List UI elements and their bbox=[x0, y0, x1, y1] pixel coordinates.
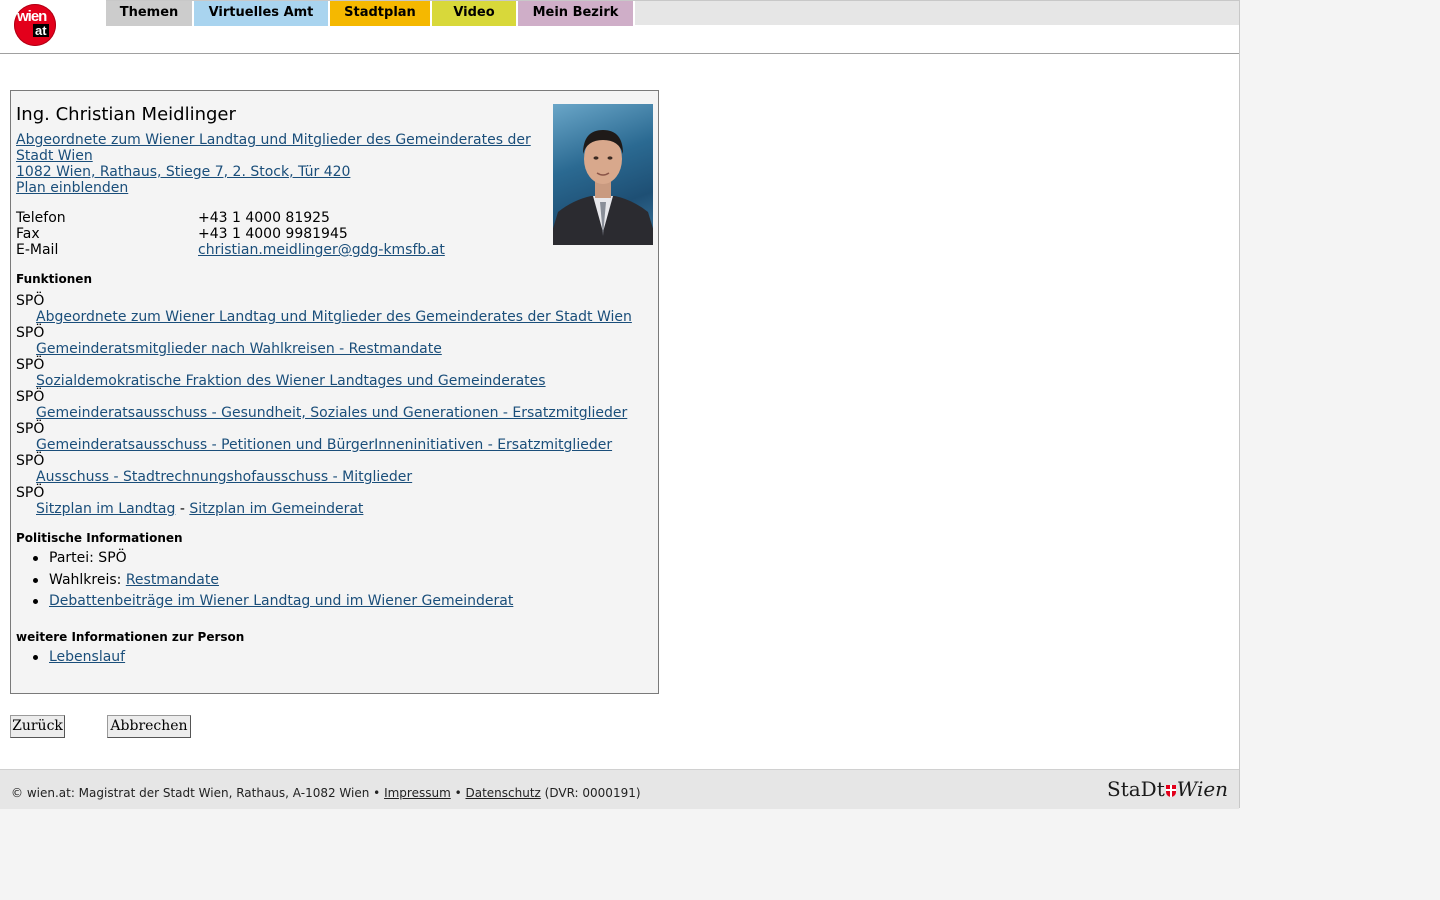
person-detail-card: Ing. Christian Meidlinger Abgeordnete zu… bbox=[10, 90, 659, 694]
further-info-heading: weitere Informationen zur Person bbox=[16, 630, 245, 644]
footer-text: © wien.at: Magistrat der Stadt Wien, Rat… bbox=[11, 786, 641, 800]
fax-label: Fax bbox=[16, 226, 40, 242]
logo-text-at: at bbox=[33, 23, 49, 38]
email-link[interactable]: christian.meidlinger@gdg-kmsfb.at bbox=[198, 242, 445, 258]
debatten-link[interactable]: Debattenbeiträge im Wiener Landtag und i… bbox=[49, 593, 513, 609]
party-info: Partei: SPÖ bbox=[49, 550, 127, 566]
person-name: Ing. Christian Meidlinger bbox=[16, 104, 236, 125]
impressum-link[interactable]: Impressum bbox=[384, 786, 451, 800]
portrait-image bbox=[553, 130, 653, 245]
person-photo bbox=[553, 104, 653, 245]
sitzplan-landtag-link[interactable]: Sitzplan im Landtag bbox=[36, 501, 175, 517]
header: wien at Themen Virtuelles Amt Stadtplan … bbox=[0, 0, 1239, 54]
show-map-link[interactable]: Plan einblenden bbox=[16, 180, 128, 196]
stadt-wien-logo[interactable]: StaDt Wien bbox=[1107, 778, 1228, 800]
tab-stadtplan[interactable]: Stadtplan bbox=[330, 1, 432, 26]
email-label: E-Mail bbox=[16, 242, 59, 258]
bullet-icon bbox=[33, 578, 38, 583]
wahlkreis-link[interactable]: Restmandate bbox=[126, 572, 219, 588]
datenschutz-link[interactable]: Datenschutz bbox=[465, 786, 540, 800]
stadt-logo-left: StaDt bbox=[1107, 777, 1165, 801]
function-party: SPÖ bbox=[16, 421, 45, 437]
wien-at-logo[interactable]: wien at bbox=[14, 4, 56, 46]
address-link[interactable]: 1082 Wien, Rathaus, Stiege 7, 2. Stock, … bbox=[16, 164, 350, 180]
function-link[interactable]: Gemeinderatsausschuss - Petitionen und B… bbox=[36, 437, 612, 453]
footer: © wien.at: Magistrat der Stadt Wien, Rat… bbox=[0, 769, 1239, 809]
tab-themen[interactable]: Themen bbox=[106, 1, 194, 26]
logo-text-wien: wien bbox=[17, 8, 47, 25]
tab-mein-bezirk[interactable]: Mein Bezirk bbox=[518, 1, 635, 26]
function-party: SPÖ bbox=[16, 293, 45, 309]
phone-value: +43 1 4000 81925 bbox=[198, 210, 330, 226]
bullet-icon bbox=[33, 556, 38, 561]
function-link[interactable]: Gemeinderatsmitglieder nach Wahlkreisen … bbox=[36, 341, 442, 357]
function-party: SPÖ bbox=[16, 389, 45, 405]
cancel-button[interactable]: Abbrechen bbox=[107, 715, 191, 738]
sitzplan-separator: - bbox=[175, 501, 190, 517]
footer-bullet: • bbox=[450, 786, 466, 800]
bullet-icon bbox=[33, 655, 38, 660]
footer-copyright: © wien.at: Magistrat der Stadt Wien, Rat… bbox=[11, 786, 385, 800]
role-link-line2[interactable]: Stadt Wien bbox=[16, 148, 93, 164]
function-party: SPÖ bbox=[16, 485, 45, 501]
main-navigation: Themen Virtuelles Amt Stadtplan Video Me… bbox=[106, 0, 1239, 26]
function-party: SPÖ bbox=[16, 325, 45, 341]
page-frame: wien at Themen Virtuelles Amt Stadtplan … bbox=[0, 0, 1240, 809]
function-link[interactable]: Ausschuss - Stadtrechnungshofausschuss -… bbox=[36, 469, 412, 485]
wien-shield-icon bbox=[1165, 785, 1176, 797]
phone-label: Telefon bbox=[16, 210, 66, 226]
political-info-heading: Politische Informationen bbox=[16, 531, 183, 545]
function-party: SPÖ bbox=[16, 357, 45, 373]
back-button[interactable]: Zurück bbox=[10, 715, 65, 738]
function-link[interactable]: Gemeinderatsausschuss - Gesundheit, Sozi… bbox=[36, 405, 627, 421]
footer-dvr: (DVR: 0000191) bbox=[540, 786, 641, 800]
lebenslauf-link[interactable]: Lebenslauf bbox=[49, 649, 125, 665]
bullet-icon bbox=[33, 599, 38, 604]
tab-video[interactable]: Video bbox=[432, 1, 518, 26]
role-link-line1[interactable]: Abgeordnete zum Wiener Landtag und Mitgl… bbox=[16, 132, 531, 148]
wahlkreis-row: Wahlkreis: Restmandate bbox=[49, 572, 219, 588]
function-party: SPÖ bbox=[16, 453, 45, 469]
sitzplan-row: Sitzplan im Landtag - Sitzplan im Gemein… bbox=[36, 501, 363, 517]
sitzplan-gemeinderat-link[interactable]: Sitzplan im Gemeinderat bbox=[189, 501, 363, 517]
functions-heading: Funktionen bbox=[16, 272, 92, 286]
wahlkreis-label: Wahlkreis: bbox=[49, 572, 126, 588]
function-link[interactable]: Sozialdemokratische Fraktion des Wiener … bbox=[36, 373, 546, 389]
fax-value: +43 1 4000 9981945 bbox=[198, 226, 348, 242]
tab-virtuelles-amt[interactable]: Virtuelles Amt bbox=[194, 1, 330, 26]
function-link[interactable]: Abgeordnete zum Wiener Landtag und Mitgl… bbox=[36, 309, 632, 325]
stadt-logo-right: Wien bbox=[1176, 777, 1229, 801]
